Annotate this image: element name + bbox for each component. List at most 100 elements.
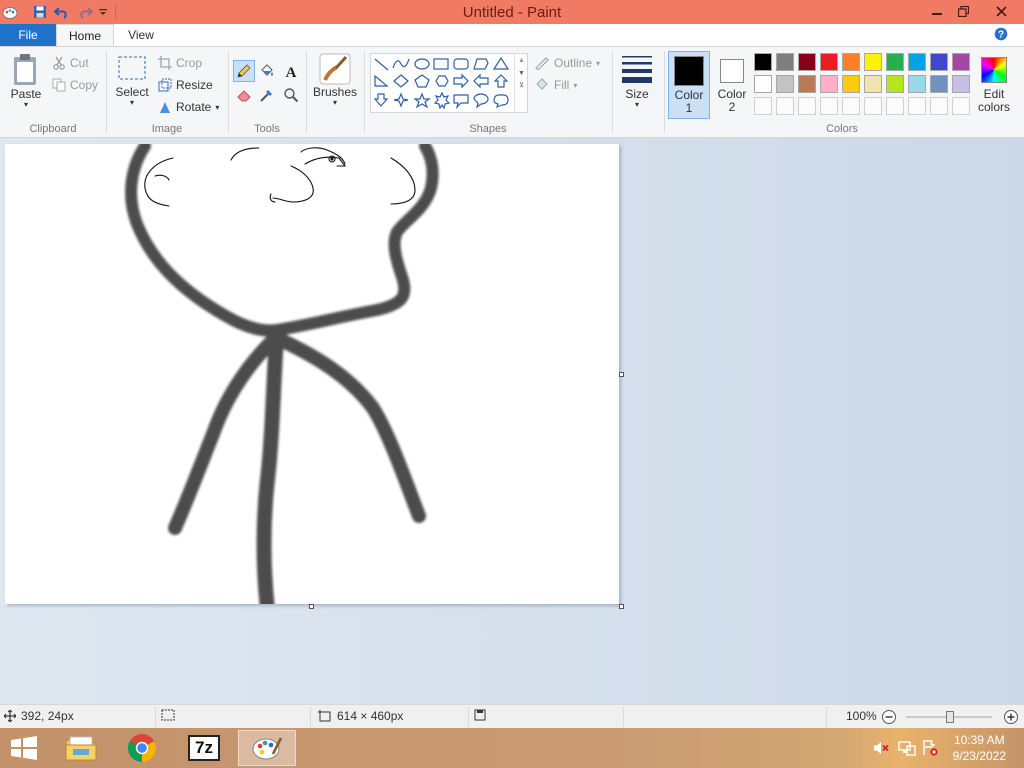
palette-color-swatch[interactable] [798, 75, 816, 93]
brushes-button[interactable]: Brushes ▾ [312, 53, 358, 107]
oval-shape-icon [414, 58, 430, 70]
polygon-shape-icon [473, 58, 489, 70]
four-point-star-shape-icon [393, 92, 409, 108]
outline-brush-icon [534, 56, 550, 70]
volume-muted-icon[interactable] [873, 740, 889, 756]
custom-color-slot[interactable] [842, 97, 860, 115]
taskbar: 7z 10:39 AM 9/23/2022 [0, 728, 1024, 768]
custom-color-slot[interactable] [908, 97, 926, 115]
zoom-slider[interactable] [906, 711, 992, 723]
palette-color-swatch[interactable] [886, 53, 904, 71]
action-center-icon[interactable] [922, 740, 938, 756]
zoom-slider-thumb[interactable] [946, 711, 954, 723]
line-size-icon [622, 56, 652, 83]
file-explorer-icon[interactable] [57, 730, 105, 766]
eraser-icon[interactable] [233, 84, 255, 106]
shapes-scrollbar[interactable]: ▲ ▼ ⊻ [514, 53, 528, 113]
outline-button[interactable]: Outline ▾ [534, 54, 600, 72]
tab-view[interactable]: View [118, 24, 164, 46]
size-button[interactable]: Size ▾ [616, 53, 658, 109]
fill-bucket-icon[interactable] [256, 60, 278, 82]
magnifier-icon[interactable] [280, 84, 302, 106]
resize-handle-corner[interactable] [619, 604, 624, 609]
custom-color-slot[interactable] [798, 97, 816, 115]
brushes-label: Brushes [312, 85, 358, 99]
five-point-star-shape-icon [413, 92, 431, 109]
custom-color-slot[interactable] [886, 97, 904, 115]
palette-color-swatch[interactable] [820, 53, 838, 71]
rotate-button[interactable]: Rotate ▾ [158, 98, 219, 116]
ribbon-tabs: File Home View ? [0, 24, 1024, 47]
copy-button[interactable]: Copy [52, 76, 98, 94]
resize-handle-right[interactable] [619, 372, 624, 377]
edit-colors-button[interactable]: Edit colors [972, 51, 1016, 115]
left-arrow-shape-icon [473, 73, 489, 89]
cut-button[interactable]: Cut [52, 54, 89, 72]
rectangle-shape-icon [433, 58, 449, 70]
tab-file[interactable]: File [0, 24, 56, 46]
ribbon: Paste ▾ Cut Copy Clipboard Select ▾ Crop… [0, 46, 1024, 138]
close-button[interactable] [986, 0, 1016, 22]
palette-color-swatch[interactable] [908, 53, 926, 71]
status-bar: 392, 24px 614 × 460px 100% [0, 704, 1024, 728]
resize-button[interactable]: Resize [158, 76, 213, 94]
palette-color-swatch[interactable] [798, 53, 816, 71]
color-picker-icon[interactable] [256, 84, 278, 106]
fill-button[interactable]: Fill ▾ [534, 76, 577, 94]
drawing-canvas[interactable] [5, 144, 619, 604]
cursor-position: 392, 24px [4, 709, 74, 723]
down-arrow-shape-icon [373, 93, 389, 107]
custom-color-slot[interactable] [754, 97, 772, 115]
chrome-icon[interactable] [118, 730, 166, 766]
canvas-size: 614 × 460px [318, 709, 403, 723]
title-bar: Untitled - Paint [0, 0, 1024, 24]
crop-button[interactable]: Crop [158, 54, 202, 72]
color1-button[interactable]: Color 1 [668, 51, 710, 119]
palette-color-swatch[interactable] [864, 53, 882, 71]
palette-color-swatch[interactable] [754, 53, 772, 71]
custom-color-slot[interactable] [952, 97, 970, 115]
resize-handle-bottom[interactable] [309, 604, 314, 609]
palette-color-swatch[interactable] [930, 53, 948, 71]
palette-color-swatch[interactable] [886, 75, 904, 93]
palette-color-swatch[interactable] [952, 75, 970, 93]
palette-color-swatch[interactable] [842, 75, 860, 93]
zoom-out-button[interactable] [881, 709, 897, 725]
rounded-rectangle-shape-icon [453, 58, 469, 70]
rectangle-callout-shape-icon [453, 94, 469, 109]
restore-button[interactable] [948, 0, 978, 22]
pencil-tool-icon[interactable] [233, 60, 255, 82]
paint-icon[interactable] [238, 730, 296, 766]
windows-start-icon[interactable] [0, 730, 48, 766]
custom-color-slot[interactable] [776, 97, 794, 115]
zoom-in-button[interactable] [1003, 709, 1019, 725]
network-icon[interactable] [898, 740, 916, 756]
cloud-callout-shape-icon [493, 94, 509, 109]
help-icon[interactable]: ? [994, 27, 1008, 41]
palette-color-swatch[interactable] [930, 75, 948, 93]
palette-color-swatch[interactable] [908, 75, 926, 93]
rotate-icon [158, 100, 172, 114]
select-button[interactable]: Select ▾ [112, 53, 152, 107]
palette-color-swatch[interactable] [864, 75, 882, 93]
palette-color-swatch[interactable] [754, 75, 772, 93]
custom-color-slot[interactable] [930, 97, 948, 115]
color2-button[interactable]: Color 2 [711, 51, 753, 115]
custom-color-slot[interactable] [864, 97, 882, 115]
palette-color-swatch[interactable] [776, 53, 794, 71]
palette-color-swatch[interactable] [776, 75, 794, 93]
right-triangle-shape-icon [374, 74, 389, 87]
paste-button[interactable]: Paste ▾ [6, 53, 46, 109]
palette-color-swatch[interactable] [952, 53, 970, 71]
7zip-icon[interactable]: 7z [180, 730, 228, 766]
six-point-star-shape-icon [433, 91, 451, 110]
svg-text:?: ? [998, 30, 1004, 41]
system-clock[interactable]: 10:39 AM 9/23/2022 [953, 732, 1006, 764]
text-tool-icon[interactable]: A [280, 60, 302, 82]
tab-home[interactable]: Home [56, 24, 114, 47]
palette-color-swatch[interactable] [820, 75, 838, 93]
custom-color-slot[interactable] [820, 97, 838, 115]
clipboard-group-label: Clipboard [29, 123, 77, 135]
palette-color-swatch[interactable] [842, 53, 860, 71]
stick-figure-drawing [125, 144, 439, 604]
